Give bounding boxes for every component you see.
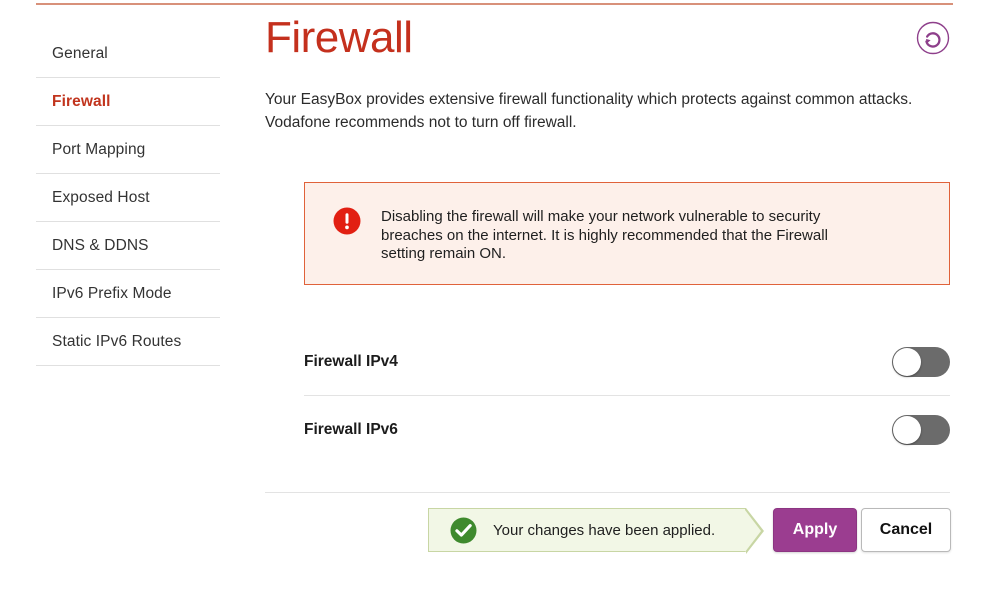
toggle-knob	[893, 347, 921, 376]
refresh-icon[interactable]	[916, 21, 950, 55]
toggle-firewall-ipv4[interactable]	[892, 346, 950, 377]
sidebar-item-port-mapping[interactable]: Port Mapping	[36, 126, 220, 174]
page-description-line-1: Your EasyBox provides extensive firewall…	[265, 91, 913, 108]
main-content: Firewall Your EasyBox provides extensive…	[265, 0, 955, 610]
success-message-banner: Your changes have been applied.	[428, 508, 764, 554]
sidebar-item-firewall[interactable]: Firewall	[36, 78, 220, 126]
setting-label-firewall-ipv6: Firewall IPv6	[304, 421, 398, 438]
sidebar-item-label: Port Mapping	[52, 140, 146, 158]
warning-text: Disabling the firewall will make your ne…	[381, 205, 828, 264]
setting-row-firewall-ipv6: Firewall IPv6	[304, 396, 950, 464]
warning-text-line-3: setting remain ON.	[381, 245, 507, 262]
page-description-line-2: Vodafone recommends not to turn off fire…	[265, 114, 577, 131]
page-title: Firewall	[265, 13, 413, 62]
toggle-firewall-ipv6[interactable]	[892, 415, 950, 445]
toggle-knob	[893, 416, 921, 444]
success-message-text: Your changes have been applied.	[493, 521, 716, 539]
sidebar-item-static-ipv6-routes[interactable]: Static IPv6 Routes	[36, 318, 220, 366]
warning-text-line-2: breaches on the internet. It is highly r…	[381, 226, 828, 244]
sidebar-item-label: Firewall	[52, 92, 111, 110]
firewall-settings-page: General Firewall Port Mapping Exposed Ho…	[0, 0, 1000, 610]
firewall-warning-banner: Disabling the firewall will make your ne…	[304, 182, 950, 285]
apply-button-label: Apply	[792, 521, 838, 538]
sidebar-item-dns-ddns[interactable]: DNS & DDNS	[36, 222, 220, 270]
alert-exclamation-icon	[333, 207, 361, 235]
sidebar-item-label: IPv6 Prefix Mode	[52, 284, 172, 302]
success-banner-tail-inner	[745, 509, 761, 552]
action-bar: Your changes have been applied. Apply Ca…	[265, 508, 951, 554]
check-circle-icon	[450, 517, 477, 544]
sidebar-item-label: General	[52, 44, 108, 62]
cancel-button-label: Cancel	[879, 521, 933, 538]
page-description: Your EasyBox provides extensive firewall…	[265, 88, 945, 134]
sidebar-item-general[interactable]: General	[36, 30, 220, 78]
sidebar-item-ipv6-prefix-mode[interactable]: IPv6 Prefix Mode	[36, 270, 220, 318]
sidebar-item-label: Exposed Host	[52, 188, 150, 206]
cancel-button[interactable]: Cancel	[861, 508, 951, 552]
warning-text-line-1: Disabling the firewall will make your ne…	[381, 208, 821, 225]
setting-row-firewall-ipv4: Firewall IPv4	[304, 328, 950, 396]
sidebar-item-label: Static IPv6 Routes	[52, 332, 182, 350]
sidebar-item-exposed-host[interactable]: Exposed Host	[36, 174, 220, 222]
footer-divider	[265, 492, 950, 493]
apply-button[interactable]: Apply	[773, 508, 857, 552]
setting-label-firewall-ipv4: Firewall IPv4	[304, 352, 398, 370]
settings-sidebar: General Firewall Port Mapping Exposed Ho…	[36, 30, 220, 366]
sidebar-item-label: DNS & DDNS	[52, 236, 149, 254]
